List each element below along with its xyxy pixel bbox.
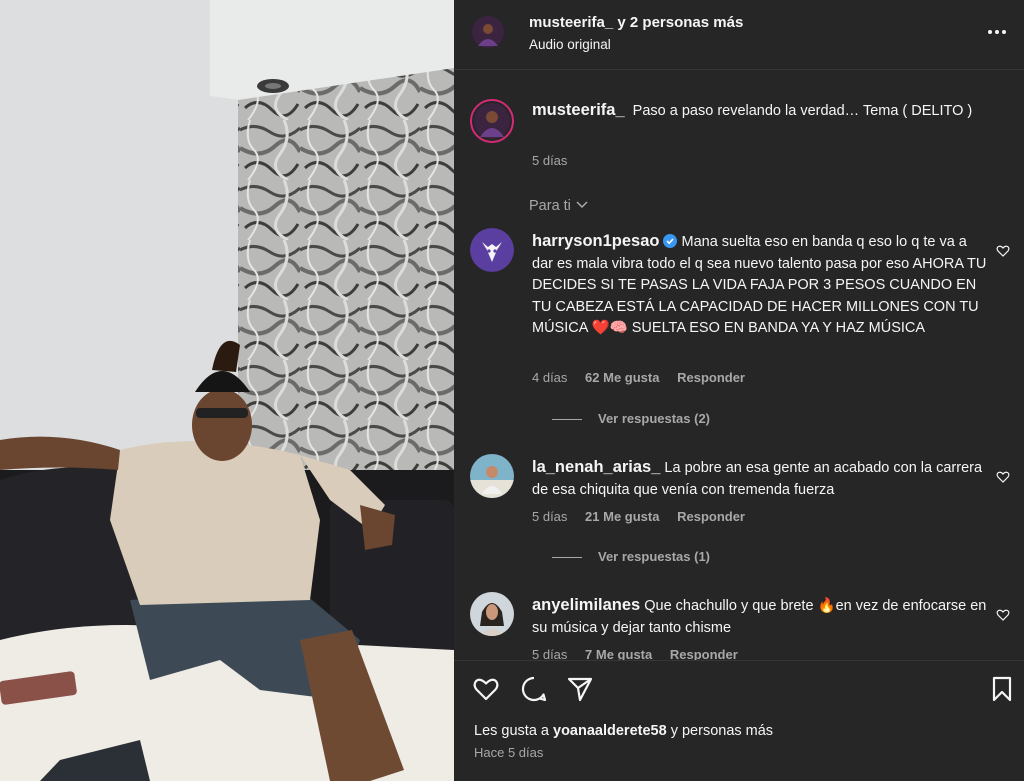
comment-username[interactable]: harryson1pesao [532,232,659,250]
comment-meta: 4 días 62 Me gusta Responder [532,370,759,385]
view-replies-button[interactable]: Ver respuestas (2) [552,411,710,426]
liked-by-summary[interactable]: Les gusta a yoanaalderete58 y personas m… [474,723,773,739]
comment-text: harryson1pesao Mana suelta eso en banda q… [532,231,990,340]
audio-link[interactable]: Audio original [529,37,611,52]
video-frame [0,0,454,781]
caption-username[interactable]: musteerifa_ [532,101,625,119]
post-timestamp: Hace 5 días [474,745,544,760]
commenter-avatar[interactable] [470,228,514,272]
view-replies-label: Ver respuestas (2) [598,411,711,426]
comment-username[interactable]: anyelimilanes [532,596,640,614]
replies-divider [552,419,582,421]
replies-divider [552,557,582,559]
reply-button[interactable]: Responder [677,370,745,385]
comment-time: 5 días [532,647,568,660]
caption-text: musteerifa_ Paso a paso revelando la ver… [532,100,1012,122]
heart-icon[interactable] [472,675,500,703]
post-media[interactable] [0,0,454,781]
post-side-panel: musteerifa_ y 2 personas más Audio origi… [454,0,1024,781]
liked-by-prefix: Les gusta a [474,723,549,739]
comment-username[interactable]: la_nenah_arias_ [532,458,660,476]
comment-text: la_nenah_arias_ La pobre an esa gente an … [532,457,990,501]
comment-meta: 5 días 21 Me gusta Responder [532,509,759,524]
comment-heart-icon[interactable] [996,244,1010,258]
author-username[interactable]: musteerifa_ [529,14,613,31]
comment-time: 5 días [532,509,568,524]
verified-badge-icon [663,234,678,248]
liked-by-user[interactable]: yoanaalderete58 [553,723,667,739]
comment-likes[interactable]: 7 Me gusta [585,647,652,660]
caption-avatar[interactable] [470,99,514,143]
comments-list[interactable]: musteerifa_ Paso a paso revelando la ver… [454,71,1024,660]
comment-icon[interactable] [520,675,548,703]
share-icon[interactable] [566,675,594,703]
post-header: musteerifa_ y 2 personas más Audio origi… [454,0,1024,70]
comment-time: 4 días [532,370,568,385]
comment-likes[interactable]: 21 Me gusta [585,509,659,524]
commenter-avatar[interactable] [470,592,514,636]
comment-heart-icon[interactable] [996,470,1010,484]
comment-meta: 5 días 7 Me gusta Responder [532,647,752,660]
caption-time: 5 días [532,153,568,168]
caption-body: Paso a paso revelando la verdad… Tema ( … [632,103,973,119]
comment-heart-icon[interactable] [996,608,1010,622]
collab-others[interactable]: y 2 personas más [617,14,743,31]
comment-sort-dropdown[interactable]: Para ti [529,198,589,214]
comment-text: anyelimilanes Que chachullo y que brete 🔥… [532,595,990,639]
post-actions-bar: Les gusta a yoanaalderete58 y personas m… [454,660,1024,781]
liked-by-suffix: y personas más [670,723,774,739]
chevron-down-icon [576,201,588,209]
sort-label: Para ti [529,198,571,214]
reply-button[interactable]: Responder [677,509,745,524]
reply-button[interactable]: Responder [670,647,738,660]
comment-likes[interactable]: 62 Me gusta [585,370,659,385]
collab-names: musteerifa_ y 2 personas más [529,14,743,31]
commenter-avatar[interactable] [470,454,514,498]
more-options-icon[interactable] [986,22,1008,42]
author-avatar[interactable] [472,16,504,48]
view-replies-button[interactable]: Ver respuestas (1) [552,549,710,564]
view-replies-label: Ver respuestas (1) [598,549,711,564]
bookmark-icon[interactable] [988,675,1016,703]
